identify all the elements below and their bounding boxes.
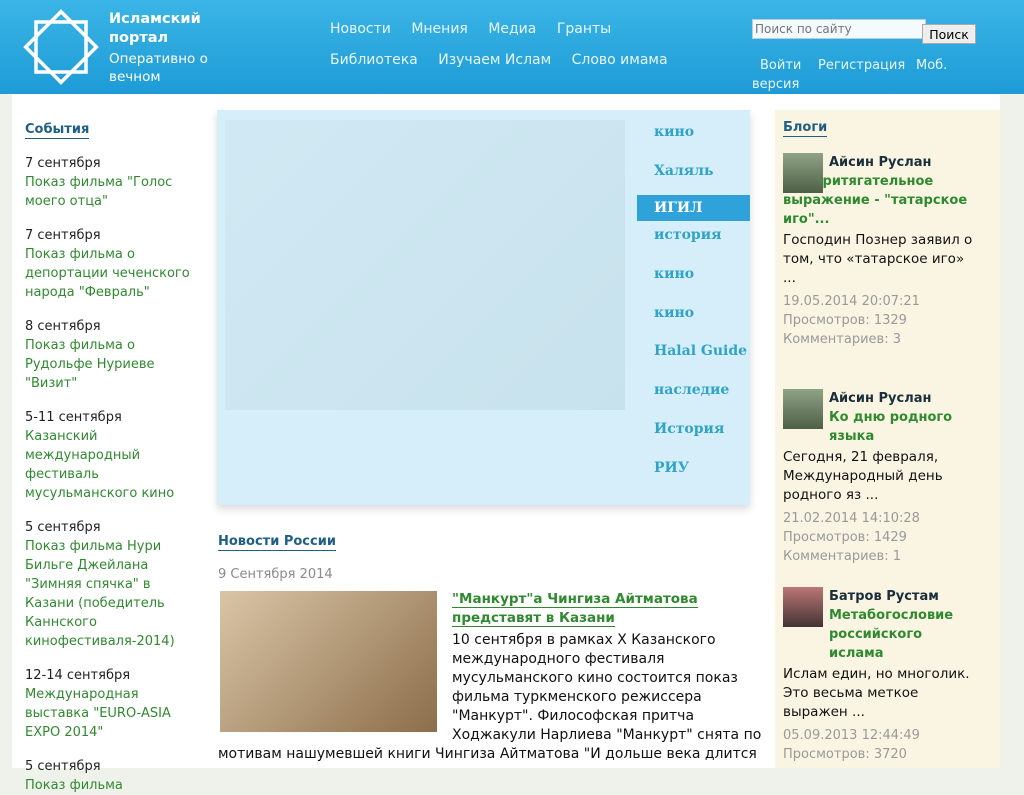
slider-tag[interactable]: История	[637, 421, 750, 460]
blog-author[interactable]: Батров Рустам	[829, 587, 975, 606]
blog-post: Айсин Руслан Ко дню родного языка Сегодн…	[783, 389, 975, 566]
slider-tag[interactable]: Halal Guide	[637, 343, 750, 382]
blog-author[interactable]: Айсин Руслан	[829, 153, 975, 172]
blog-excerpt: Ислам един, но многолик. Это весьма метк…	[783, 666, 970, 720]
mobile-version-link[interactable]: Моб.	[916, 58, 947, 73]
search-input[interactable]	[752, 19, 926, 39]
avatar[interactable]	[783, 153, 823, 193]
slider-tag[interactable]: кино	[637, 266, 750, 305]
news-title[interactable]: "Манкурт"а Чингиза Айтматова представят …	[452, 590, 752, 628]
event-item: 8 сентября Показ фильма о Рудольфе Нурие…	[25, 317, 200, 393]
event-item: 7 сентября Показ фильма о депортации чеч…	[25, 226, 200, 302]
blog-views: Просмотров: 1329	[783, 313, 907, 328]
slider-image[interactable]	[225, 120, 625, 410]
slider-tag-active[interactable]: ИГИЛ	[637, 195, 750, 222]
news-section-title[interactable]: Новости России	[218, 534, 336, 551]
search-button[interactable]: Поиск	[922, 24, 976, 44]
blog-date: 05.09.2013 12:44:49	[783, 728, 920, 743]
avatar[interactable]	[783, 389, 823, 429]
event-date: 7 сентября	[25, 156, 101, 171]
slider-tag[interactable]: кино	[637, 124, 750, 163]
blog-post: Батров Рустам Метабогословие российского…	[783, 587, 975, 764]
event-link[interactable]: Показ фильма о депортации чеченского нар…	[25, 245, 200, 302]
event-date: 5-11 сентября	[25, 410, 122, 425]
slider-tag[interactable]: история	[637, 227, 750, 266]
blog-comments[interactable]: Комментариев: 3	[783, 330, 975, 349]
blog-views: Просмотров: 3720	[783, 747, 907, 762]
blog-comments[interactable]: Комментариев: 1	[783, 547, 975, 566]
main-nav-row-1: Новости Мнения Медиа Гранты	[330, 21, 627, 37]
nav-imam-word[interactable]: Слово имама	[572, 52, 668, 68]
events-sidebar: События 7 сентября Показ фильма "Голос м…	[25, 120, 200, 795]
blog-excerpt: Сегодня, 21 февраля, Международный день …	[783, 449, 943, 503]
event-link[interactable]: Показ фильма о Рудольфе Нуриеве "Визит"	[25, 336, 200, 393]
blog-title-link[interactable]: Метабогословие российского ислама	[829, 606, 975, 663]
news-image[interactable]	[220, 591, 437, 732]
events-title[interactable]: События	[25, 122, 90, 139]
news-text-continued: мотивам нашумевшей книги Чингиза Айтмато…	[218, 746, 757, 762]
blog-date: 21.02.2014 14:10:28	[783, 511, 920, 526]
nav-library[interactable]: Библиотека	[330, 52, 418, 68]
main-nav-row-2: Библиотека Изучаем Ислам Слово имама	[330, 52, 684, 68]
event-date: 5 сентября	[25, 759, 101, 774]
register-link[interactable]: Регистрация	[818, 58, 905, 73]
event-link[interactable]: Показ фильма Нури Бильге Джейлана "Зимня…	[25, 537, 200, 651]
event-item: 5 сентября Показ фильма	[25, 757, 200, 795]
event-link[interactable]: Показ фильма	[25, 776, 200, 795]
blog-post: Айсин Руслан Это притягательное выражени…	[783, 153, 975, 349]
site-title[interactable]: Исламский портал	[109, 10, 219, 48]
slider-tag[interactable]: кино	[637, 305, 750, 344]
nav-media[interactable]: Медиа	[488, 21, 536, 37]
event-date: 5 сентября	[25, 520, 101, 535]
event-date: 7 сентября	[25, 228, 101, 243]
site-subtitle: Оперативно о вечном	[109, 51, 208, 85]
slider-tag[interactable]: РИУ	[637, 460, 750, 499]
blog-excerpt: Господин Познер заявил о том, что «татар…	[783, 232, 973, 286]
login-link[interactable]: Войти	[760, 58, 801, 73]
nav-news[interactable]: Новости	[330, 21, 391, 37]
news-text: 10 сентября в рамках X Казанского междун…	[452, 632, 762, 743]
slider-tag[interactable]: наследие	[637, 382, 750, 421]
logo-star-icon[interactable]	[22, 8, 100, 86]
event-date: 12-14 сентября	[25, 668, 131, 683]
event-item: 5 сентября Показ фильма Нури Бильге Джей…	[25, 518, 200, 651]
mobile-version-link-2[interactable]: версия	[752, 77, 799, 92]
slider-tag-list: кино Халяль ИГИЛ история кино кино Halal…	[637, 124, 750, 498]
event-link[interactable]: Показ фильма "Голос моего отца"	[25, 173, 200, 211]
news-date: 9 Сентября 2014	[218, 567, 333, 582]
event-item: 12-14 сентября Международная выставка "E…	[25, 666, 200, 742]
blog-author[interactable]: Айсин Руслан	[829, 389, 975, 408]
blog-title-link[interactable]: Ко дню родного языка	[829, 408, 975, 446]
blog-date: 19.05.2014 20:07:21	[783, 294, 920, 309]
news-title-link[interactable]: "Манкурт"а Чингиза Айтматова представят …	[452, 591, 698, 627]
event-date: 8 сентября	[25, 319, 101, 334]
event-link[interactable]: Казанский международный фестиваль мусуль…	[25, 427, 200, 503]
nav-study-islam[interactable]: Изучаем Ислам	[438, 52, 551, 68]
event-item: 7 сентября Показ фильма "Голос моего отц…	[25, 154, 200, 211]
site-header: Исламский портал Оперативно о вечном Нов…	[0, 0, 1024, 94]
avatar[interactable]	[783, 587, 823, 627]
blog-views: Просмотров: 1429	[783, 530, 907, 545]
blogs-title[interactable]: Блоги	[783, 120, 828, 137]
nav-grants[interactable]: Гранты	[557, 21, 611, 37]
nav-opinions[interactable]: Мнения	[411, 21, 468, 37]
event-item: 5-11 сентября Казанский международный фе…	[25, 408, 200, 503]
event-link[interactable]: Международная выставка "EURO-ASIA EXPO 2…	[25, 685, 200, 742]
